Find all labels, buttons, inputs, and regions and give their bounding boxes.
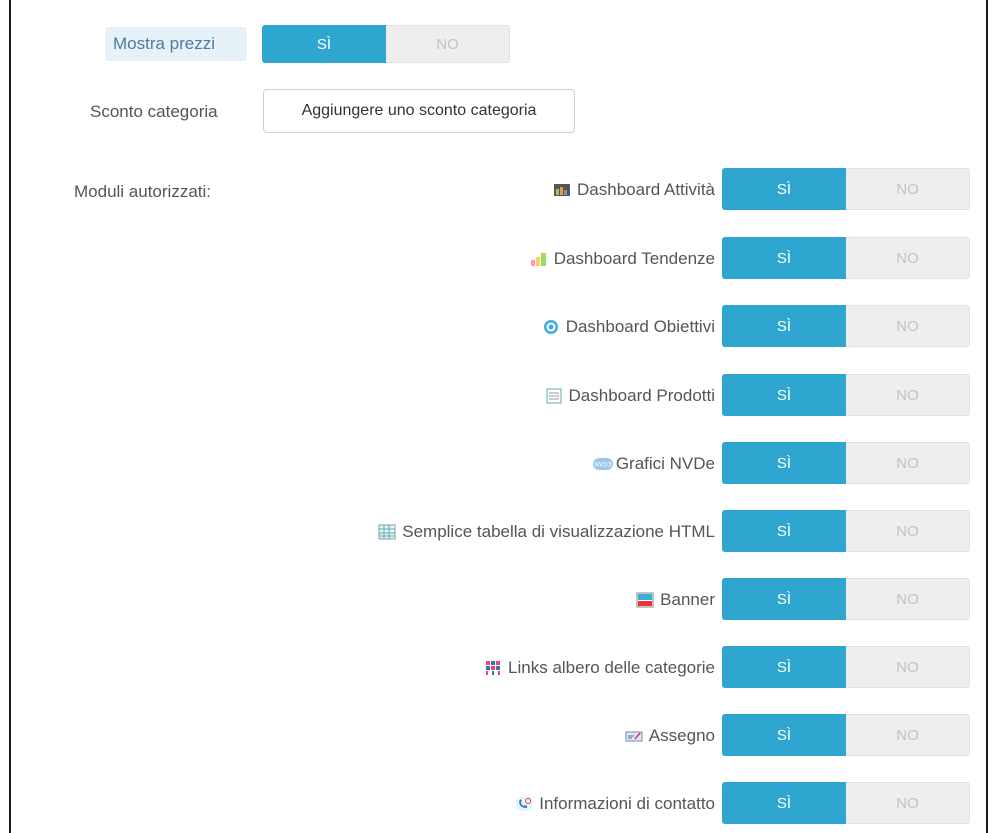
- module-row-cattree: Links albero delle categorie: [484, 646, 715, 690]
- module-label: Dashboard Attività: [577, 180, 715, 199]
- module-toggle-banner[interactable]: SÌ NO: [722, 578, 970, 620]
- module-label: Assegno: [648, 726, 715, 745]
- yes-option[interactable]: SÌ: [722, 578, 846, 620]
- module-row-dashproducts: Dashboard Prodotti: [545, 374, 715, 418]
- module-toggle-dashtrends[interactable]: SÌ NO: [722, 237, 970, 279]
- no-option[interactable]: NO: [846, 237, 970, 279]
- module-toggle-dashgoals[interactable]: SÌ NO: [722, 305, 970, 347]
- no-option[interactable]: NO: [846, 305, 970, 347]
- yes-option[interactable]: SÌ: [722, 442, 846, 484]
- svg-text:NVD3: NVD3: [594, 462, 611, 469]
- product-list-icon: [545, 388, 563, 404]
- yes-option[interactable]: SÌ: [722, 646, 846, 688]
- module-row-cheque: Assegno: [625, 714, 715, 758]
- price-label: Mostra prezzi: [113, 34, 216, 53]
- module-label: Dashboard Prodotti: [568, 386, 715, 405]
- module-label: Grafici NVDe: [615, 454, 715, 473]
- module-toggle-htmltable[interactable]: SÌ NO: [722, 510, 970, 552]
- dashboard-activity-icon: [553, 182, 571, 198]
- module-row-dashactivity: Dashboard Attività: [553, 168, 715, 212]
- module-row-contact: Informazioni di contatto: [515, 782, 715, 826]
- table-grid-icon: [378, 524, 396, 540]
- no-option[interactable]: NO: [846, 510, 970, 552]
- module-label: Dashboard Tendenze: [553, 249, 715, 268]
- module-row-banner: Banner: [636, 578, 715, 622]
- modules-label: Moduli autorizzati:: [74, 182, 212, 201]
- yes-option[interactable]: SÌ: [722, 510, 846, 552]
- no-option[interactable]: NO: [846, 578, 970, 620]
- module-toggle-dashactivity[interactable]: SÌ NO: [722, 168, 970, 210]
- add-category-discount-button[interactable]: Aggiungere uno sconto categoria: [263, 89, 575, 133]
- yes-option[interactable]: SÌ: [722, 714, 846, 756]
- price-toggle[interactable]: SÌ NO: [262, 25, 510, 63]
- module-toggle-cattree[interactable]: SÌ NO: [722, 646, 970, 688]
- module-label: Banner: [660, 590, 715, 609]
- no-option[interactable]: NO: [846, 168, 970, 210]
- module-toggle-dashproducts[interactable]: SÌ NO: [722, 374, 970, 416]
- yes-option[interactable]: SÌ: [722, 782, 846, 824]
- module-row-dashtrends: Dashboard Tendenze: [530, 237, 715, 281]
- no-option[interactable]: NO: [846, 646, 970, 688]
- module-toggle-cheque[interactable]: SÌ NO: [722, 714, 970, 756]
- module-label: Informazioni di contatto: [539, 794, 715, 813]
- target-icon: [542, 319, 560, 335]
- yes-option[interactable]: SÌ: [722, 374, 846, 416]
- yes-option[interactable]: SÌ: [722, 237, 846, 279]
- category-tree-icon: [484, 660, 502, 676]
- module-toggle-nvd3[interactable]: SÌ NO: [722, 442, 970, 484]
- contact-phone-icon: [515, 796, 533, 812]
- banner-icon: [636, 592, 654, 608]
- no-option[interactable]: NO: [846, 374, 970, 416]
- price-no-option[interactable]: NO: [386, 25, 510, 63]
- module-label: Semplice tabella di visualizzazione HTML: [402, 522, 715, 541]
- nvd3-icon: NVD3: [592, 456, 613, 472]
- module-label: Links albero delle categorie: [508, 658, 715, 677]
- price-yes-option[interactable]: SÌ: [262, 25, 386, 63]
- cheque-icon: [625, 728, 643, 744]
- no-option[interactable]: NO: [846, 782, 970, 824]
- module-row-dashgoals: Dashboard Obiettivi: [542, 305, 715, 349]
- no-option[interactable]: NO: [846, 442, 970, 484]
- no-option[interactable]: NO: [846, 714, 970, 756]
- module-label: Dashboard Obiettivi: [565, 317, 715, 336]
- yes-option[interactable]: SÌ: [722, 168, 846, 210]
- trends-chart-icon: [530, 251, 548, 267]
- module-row-htmltable: Semplice tabella di visualizzazione HTML: [378, 510, 715, 554]
- module-row-nvd3: NVD3 Grafici NVDe: [592, 442, 715, 486]
- yes-option[interactable]: SÌ: [722, 305, 846, 347]
- module-toggle-contact[interactable]: SÌ NO: [722, 782, 970, 824]
- discount-label: Sconto categoria: [90, 102, 218, 121]
